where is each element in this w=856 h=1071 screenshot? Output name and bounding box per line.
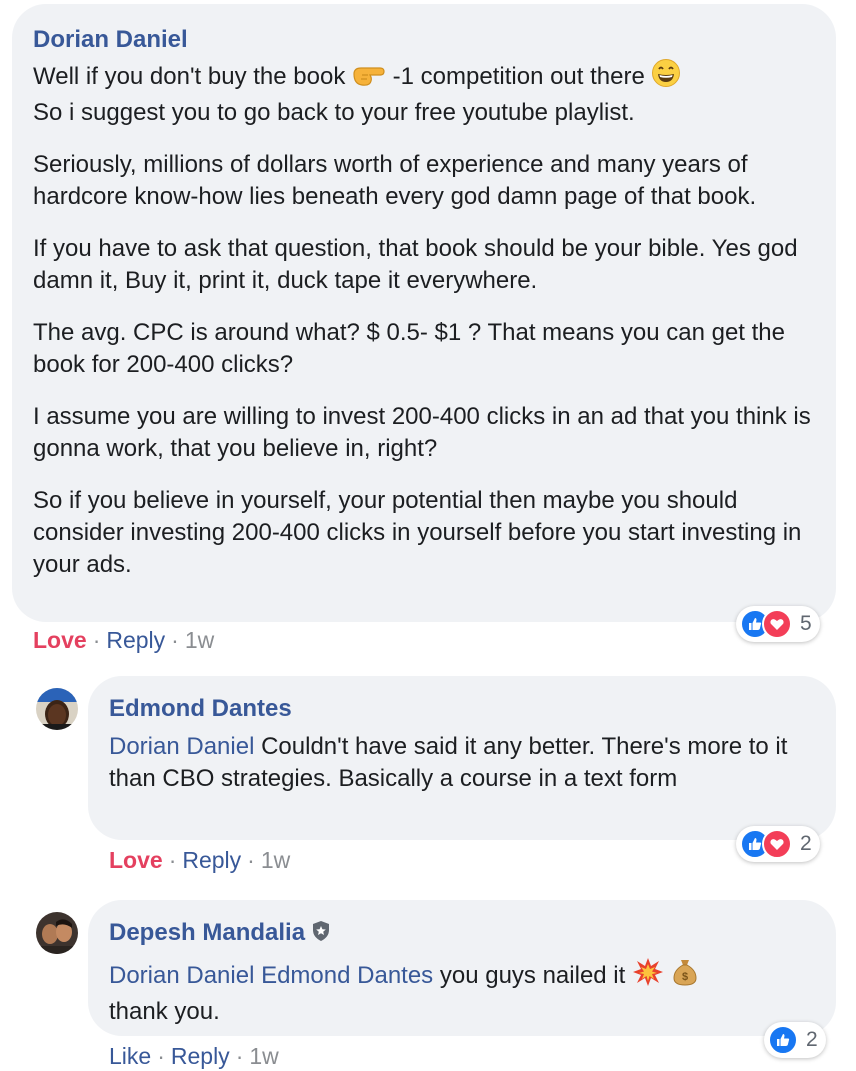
comment-paragraph: So if you believe in yourself, your pote… (33, 487, 802, 578)
reply-button[interactable]: Reply (171, 1043, 230, 1069)
mention-link[interactable]: Edmond Dantes (261, 962, 433, 989)
like-reaction-icon (768, 1025, 798, 1055)
separator: · (235, 1043, 244, 1069)
author-name: Depesh Mandalia (109, 919, 306, 946)
mention-link[interactable]: Dorian Daniel (109, 962, 254, 989)
grinning-emoji (651, 58, 681, 97)
separator: · (92, 627, 101, 653)
paragraph-text: Well if you don't buy the book (33, 63, 346, 90)
comment-paragraph: Well if you don't buy the book -1 compet… (33, 58, 816, 129)
separator: · (247, 847, 255, 873)
reaction-summary[interactable]: 2 (736, 826, 820, 862)
paragraph-text: So i suggest you to go back to your free… (33, 99, 635, 126)
comment-author[interactable]: Dorian Daniel (33, 24, 188, 56)
comment-bubble-edmond: Edmond Dantes Dorian Daniel Couldn't hav… (88, 676, 836, 840)
mention-link[interactable]: Dorian Daniel (109, 733, 254, 760)
reply-button[interactable]: Reply (106, 627, 165, 653)
comment-bubble-depesh: Depesh Mandalia Dorian Daniel Edmond Dan… (88, 900, 836, 1036)
paragraph-text: -1 competition out there (392, 63, 645, 90)
reaction-count: 2 (806, 1028, 818, 1051)
avatar[interactable] (36, 912, 78, 954)
love-reaction-icon (762, 609, 792, 639)
shield-badge-icon (311, 919, 331, 951)
avatar[interactable] (36, 688, 78, 730)
money-bag-emoji: $ (671, 957, 699, 996)
comment-actions: Love · Reply · 1w (109, 845, 290, 875)
separator: · (171, 627, 179, 653)
timestamp[interactable]: 1w (185, 627, 214, 653)
svg-text:$: $ (682, 971, 688, 983)
reaction-count: 5 (800, 612, 812, 635)
love-button[interactable]: Love (33, 627, 87, 653)
reaction-count: 2 (800, 832, 812, 855)
separator: · (157, 1043, 165, 1069)
comment-paragraph: I assume you are willing to invest 200-4… (33, 403, 811, 462)
comment-body: Dorian Daniel Couldn't have said it any … (109, 731, 816, 795)
separator: · (168, 847, 177, 873)
comment-author[interactable]: Depesh Mandalia (109, 917, 331, 951)
comment-paragraph: The avg. CPC is around what? $ 0.5- $1 ?… (33, 319, 786, 378)
comment-paragraph: Seriously, millions of dollars worth of … (33, 151, 757, 210)
collision-emoji (632, 957, 664, 996)
comment-author[interactable]: Edmond Dantes (109, 693, 292, 725)
love-button[interactable]: Love (109, 847, 163, 873)
like-button[interactable]: Like (109, 1043, 151, 1069)
reaction-summary[interactable]: 2 (764, 1022, 826, 1058)
reply-button[interactable]: Reply (182, 847, 241, 873)
comment-actions: Like · Reply · 1w (109, 1041, 279, 1071)
timestamp[interactable]: 1w (261, 847, 290, 873)
comment-body: Well if you don't buy the book -1 compet… (33, 58, 816, 581)
timestamp[interactable]: 1w (249, 1043, 278, 1069)
comment-text: thank you. (109, 998, 220, 1025)
comment-actions: Love · Reply · 1w (33, 625, 214, 655)
comment-text: you guys nailed it (439, 962, 626, 989)
love-reaction-icon (762, 829, 792, 859)
reaction-summary[interactable]: 5 (736, 606, 820, 642)
pointing-right-emoji (352, 62, 386, 97)
comment-paragraph: If you have to ask that question, that b… (33, 235, 798, 294)
comment-bubble-dorian: Dorian Daniel Well if you don't buy the … (12, 4, 836, 622)
comment-body: Dorian Daniel Edmond Dantes you guys nai… (109, 957, 816, 1028)
